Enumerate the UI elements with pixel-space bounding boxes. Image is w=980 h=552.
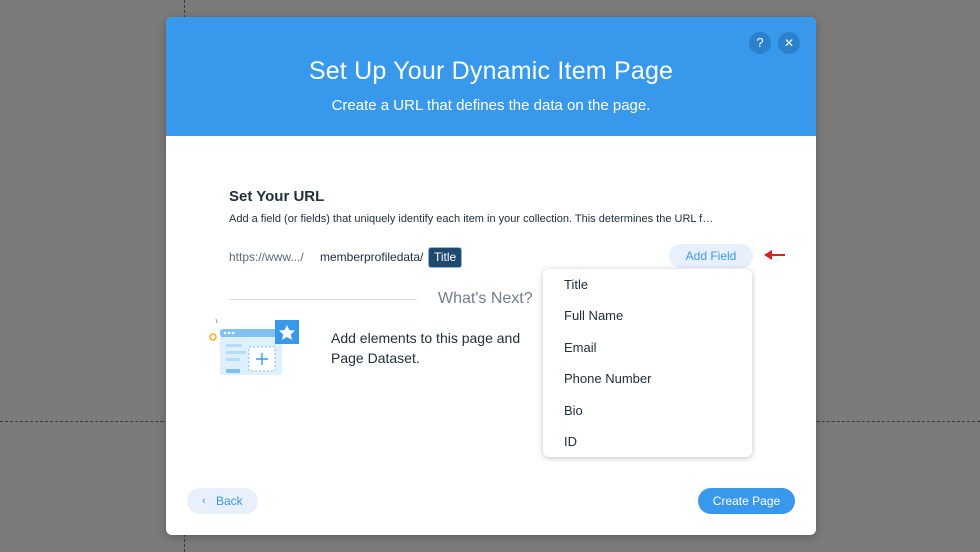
dialog-title: Set Up Your Dynamic Item Page [308,57,674,85]
close-icon[interactable]: ✕ [778,32,800,54]
chevron-left-icon: ‹ [202,495,206,507]
url-path: memberprofiledata/ [320,250,424,264]
url-field-token[interactable]: Title [428,247,463,268]
create-page-button[interactable]: Create Page [698,488,795,514]
add-field-button[interactable]: Add Field [669,244,753,268]
dropdown-item-email[interactable]: Email [564,338,597,358]
back-button[interactable]: ‹ Back [187,488,258,514]
whats-next-text: Add elements to this page and Page Datas… [331,328,520,368]
dropdown-item-bio[interactable]: Bio [564,401,583,421]
whats-next-line2: Page Dataset. [331,350,420,366]
url-prefix: https://www.../ [229,250,304,264]
red-arrow-icon [764,250,785,260]
dropdown-item-title[interactable]: Title [564,275,588,295]
dialog-subtitle: Create a URL that defines the data on th… [331,97,651,114]
section-divider [229,299,417,300]
back-button-label: Back [216,494,243,508]
set-url-title: Set Your URL [229,188,325,205]
dialog-header: Set Up Your Dynamic Item Page Create a U… [166,17,816,136]
help-icon[interactable]: ? [749,32,771,54]
setup-dialog: Set Up Your Dynamic Item Page Create a U… [166,17,816,535]
dropdown-item-id[interactable]: ID [564,432,577,452]
field-dropdown-menu: Title Full Name Email Phone Number Bio I… [543,269,752,457]
page-illustration-icon [209,318,299,375]
whats-next-line1: Add elements to this page and [331,330,521,346]
dropdown-item-full-name[interactable]: Full Name [564,306,623,326]
whats-next-heading: What's Next? [438,290,533,307]
set-url-description: Add a field (or fields) that uniquely id… [229,213,714,225]
dropdown-item-phone-number[interactable]: Phone Number [564,369,651,389]
